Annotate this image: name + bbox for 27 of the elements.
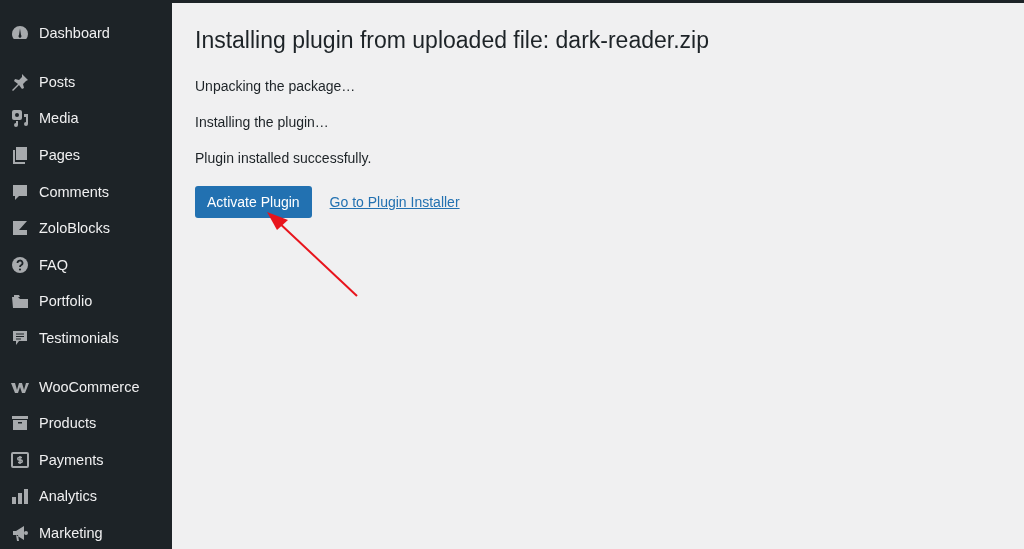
pages-icon xyxy=(10,145,30,166)
activate-plugin-button[interactable]: Activate Plugin xyxy=(195,186,312,218)
pin-icon xyxy=(10,71,30,92)
media-icon xyxy=(10,108,30,129)
sidebar-item[interactable]: Payments xyxy=(0,441,172,479)
sidebar-item[interactable]: FAQ xyxy=(0,246,172,284)
sidebar-item[interactable]: Testimonials xyxy=(0,319,172,357)
sidebar-item[interactable]: Media xyxy=(0,100,172,137)
sidebar-item[interactable]: WooCommerce xyxy=(0,368,172,405)
sidebar-item[interactable]: Dashboard xyxy=(0,15,172,52)
status-message: Unpacking the package… xyxy=(195,78,356,94)
sidebar-item[interactable]: Products xyxy=(0,404,172,442)
sidebar-item[interactable]: Pages xyxy=(0,136,172,174)
sidebar-item[interactable]: Marketing xyxy=(0,514,172,549)
sidebar-item[interactable]: Analytics xyxy=(0,478,172,515)
status-message: Plugin installed successfully. xyxy=(195,150,372,166)
help-icon xyxy=(10,254,30,275)
dollar-icon xyxy=(10,449,30,470)
bar-chart-icon xyxy=(10,486,30,507)
sidebar-item[interactable]: ZoloBlocks xyxy=(0,209,172,247)
megaphone-icon xyxy=(10,523,30,543)
status-message: Installing the plugin… xyxy=(195,114,329,130)
page-title: Installing plugin from uploaded file: dark-reader.zip xyxy=(195,27,710,54)
sidebar-item[interactable]: Portfolio xyxy=(0,283,172,320)
sidebar-item[interactable]: Comments xyxy=(0,173,172,210)
sidebar-item[interactable]: Posts xyxy=(0,63,172,101)
plugin-installer-link[interactable]: Go to Plugin Installer xyxy=(329,194,460,210)
